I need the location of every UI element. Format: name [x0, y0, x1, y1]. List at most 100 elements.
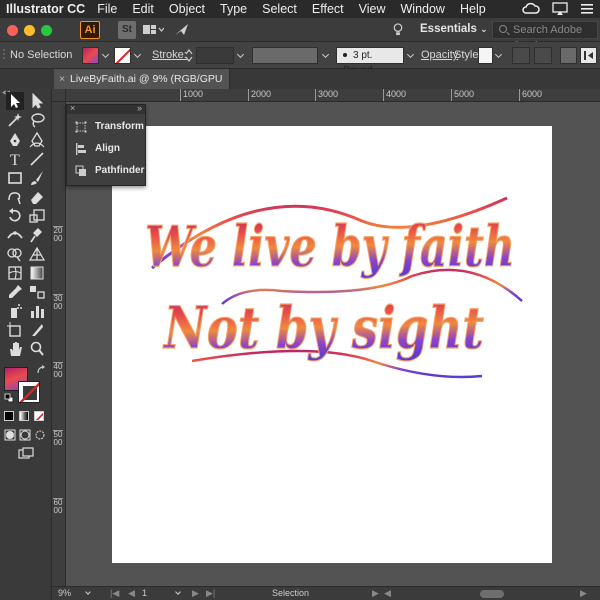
- graphic-style-swatch[interactable]: [478, 47, 493, 64]
- menu-view[interactable]: View: [359, 2, 386, 16]
- artboard-chevron-icon[interactable]: [175, 589, 181, 595]
- app-name[interactable]: Illustrator CC: [6, 2, 85, 16]
- zoom-tool[interactable]: [28, 340, 46, 358]
- airplay-icon[interactable]: [552, 2, 568, 16]
- puppet-warp-tool[interactable]: [28, 226, 46, 244]
- selection-tool[interactable]: [6, 92, 24, 110]
- horizontal-ruler[interactable]: 1000 2000 3000 4000 5000 6000: [66, 89, 600, 102]
- draw-behind-icon[interactable]: [19, 429, 31, 441]
- stroke-color-swatch[interactable]: [18, 381, 40, 403]
- pathfinder-panel-button[interactable]: Pathfinder: [75, 163, 145, 179]
- menu-help[interactable]: Help: [460, 2, 486, 16]
- document-setup-button[interactable]: [512, 47, 530, 64]
- panel-header[interactable]: × »: [67, 103, 145, 114]
- control-panel-menu-button[interactable]: [580, 47, 597, 64]
- lasso-tool[interactable]: [28, 111, 46, 129]
- document-tab[interactable]: × LiveByFaith.ai @ 9% (RGB/GPU Preview): [54, 69, 230, 105]
- none-mode-button[interactable]: [34, 411, 44, 421]
- close-panel-icon[interactable]: ×: [70, 103, 75, 113]
- last-artboard-icon[interactable]: ▶|: [206, 588, 215, 599]
- creative-cloud-icon[interactable]: [522, 2, 540, 16]
- stroke-swatch[interactable]: [114, 47, 131, 64]
- scroll-left-icon[interactable]: ◀: [384, 588, 391, 599]
- scroll-right-icon[interactable]: ▶: [580, 588, 587, 599]
- draw-normal-icon[interactable]: [4, 429, 16, 441]
- previous-artboard-icon[interactable]: ◀: [128, 588, 135, 599]
- brush-chevron-icon[interactable]: [406, 50, 415, 59]
- gradient-mode-button[interactable]: [19, 411, 29, 421]
- status-menu-icon[interactable]: ▶: [372, 588, 379, 599]
- arrange-documents-icon[interactable]: [142, 23, 164, 36]
- fill-dropdown-chevron-icon[interactable]: [101, 50, 110, 59]
- blend-tool[interactable]: [28, 283, 46, 301]
- eyedropper-tool[interactable]: [6, 283, 24, 301]
- stroke-weight-input[interactable]: [196, 47, 234, 64]
- menu-file[interactable]: File: [97, 2, 117, 16]
- menu-select[interactable]: Select: [262, 2, 297, 16]
- artboard-number[interactable]: 1: [142, 588, 147, 598]
- current-tool-name[interactable]: Selection: [272, 588, 309, 598]
- mesh-tool[interactable]: [6, 264, 24, 282]
- align-to-button[interactable]: [560, 47, 577, 64]
- brush-definition[interactable]: 3 pt. Round: [336, 47, 404, 76]
- stock-search-field[interactable]: Search Adobe Stock: [492, 21, 598, 52]
- column-graph-tool[interactable]: [28, 302, 46, 320]
- menu-edit[interactable]: Edit: [132, 2, 154, 16]
- eraser-tool[interactable]: [28, 188, 46, 206]
- gradient-tool[interactable]: [28, 264, 46, 282]
- opacity-label[interactable]: Opacity: [421, 49, 458, 61]
- gpu-performance-icon[interactable]: [174, 23, 190, 36]
- shaper-tool[interactable]: [6, 188, 24, 206]
- lightbulb-icon[interactable]: [392, 23, 404, 36]
- minimize-window-button[interactable]: [24, 25, 35, 36]
- scale-tool[interactable]: [28, 207, 46, 225]
- color-mode-button[interactable]: [4, 411, 14, 421]
- fill-swatch[interactable]: [82, 47, 99, 64]
- pen-tool[interactable]: [6, 131, 24, 149]
- notification-center-icon[interactable]: [580, 2, 594, 16]
- profile-chevron-icon[interactable]: [321, 50, 330, 59]
- expand-panel-icon[interactable]: »: [137, 103, 142, 113]
- stroke-stepper-icon[interactable]: [185, 49, 193, 62]
- hand-lettering-artwork[interactable]: We live by faith Not by sight: [112, 126, 552, 563]
- zoom-window-button[interactable]: [41, 25, 52, 36]
- default-fill-stroke-icon[interactable]: [4, 393, 14, 403]
- preferences-button[interactable]: [534, 47, 552, 64]
- close-tab-icon[interactable]: ×: [59, 69, 65, 89]
- type-tool[interactable]: T: [6, 150, 24, 169]
- line-segment-tool[interactable]: [28, 150, 46, 168]
- first-artboard-icon[interactable]: |◀: [110, 588, 119, 599]
- stroke-weight-chevron-icon[interactable]: [236, 50, 245, 59]
- menu-window[interactable]: Window: [401, 2, 445, 16]
- draw-inside-icon[interactable]: [34, 429, 46, 441]
- adobe-stock-button[interactable]: St: [118, 21, 136, 39]
- zoom-level[interactable]: 9%: [58, 588, 71, 598]
- width-tool[interactable]: [6, 226, 24, 244]
- shape-builder-tool[interactable]: [6, 245, 24, 263]
- screen-mode-icon[interactable]: [18, 447, 34, 459]
- horizontal-scrollbar-thumb[interactable]: [480, 590, 504, 598]
- symbol-sprayer-tool[interactable]: [6, 302, 24, 320]
- stroke-dropdown-chevron-icon[interactable]: [133, 50, 142, 59]
- close-window-button[interactable]: [7, 25, 18, 36]
- paintbrush-tool[interactable]: [28, 169, 46, 187]
- vertical-ruler[interactable]: 2000 3000 4000 5000 6000: [52, 102, 66, 586]
- direct-selection-tool[interactable]: [28, 92, 46, 110]
- workspace-switcher[interactable]: Essentials ⌄: [420, 23, 488, 35]
- next-artboard-icon[interactable]: ▶: [192, 588, 199, 599]
- align-panel-button[interactable]: Align: [75, 141, 145, 157]
- ruler-origin[interactable]: [52, 89, 66, 102]
- menu-object[interactable]: Object: [169, 2, 205, 16]
- variable-width-profile[interactable]: [252, 47, 318, 64]
- style-chevron-icon[interactable]: [494, 50, 503, 59]
- magic-wand-tool[interactable]: [6, 111, 24, 129]
- curvature-tool[interactable]: [28, 131, 46, 149]
- rotate-tool[interactable]: [6, 207, 24, 225]
- stroke-label[interactable]: Stroke:: [152, 49, 187, 61]
- slice-tool[interactable]: [28, 321, 46, 339]
- menu-effect[interactable]: Effect: [312, 2, 344, 16]
- swap-fill-stroke-icon[interactable]: [36, 365, 46, 375]
- artboard-tool[interactable]: [6, 321, 24, 339]
- menu-type[interactable]: Type: [220, 2, 247, 16]
- transform-panel-button[interactable]: Transform: [75, 119, 145, 135]
